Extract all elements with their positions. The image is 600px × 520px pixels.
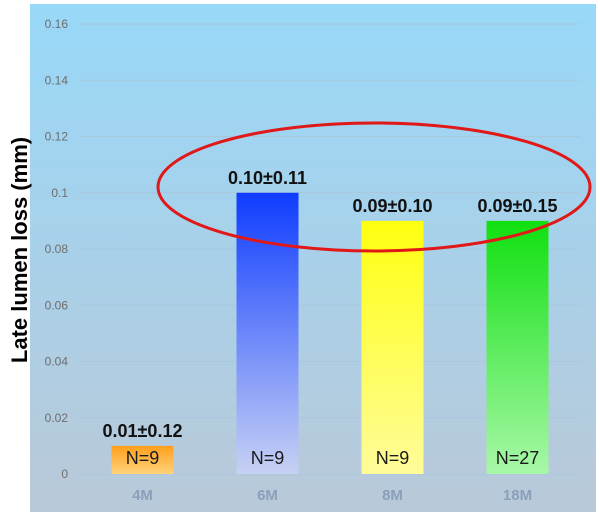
y-tick-label: 0.12 [45,130,69,144]
y-axis-title: Late lumen loss (mm) [7,137,32,363]
value-label: 0.09±0.10 [353,196,433,216]
y-tick-label: 0.16 [45,17,69,31]
y-tick-label: 0.1 [51,186,68,200]
bar-8m [361,220,424,474]
y-tick-label: 0.04 [45,355,69,369]
y-tick-label: 0.14 [45,73,69,87]
value-label: 0.01±0.12 [103,421,183,441]
bar-chart: 0 0.02 0.04 0.06 0.08 0.1 0.12 0.14 0.16 4M 6M 8M 1… [7,4,596,512]
value-label: 0.10±0.11 [228,168,307,188]
value-label: 0.09±0.15 [478,196,558,216]
x-tick-label: 6M [257,487,278,504]
y-tick-label: 0.02 [45,411,69,425]
n-label: N=9 [376,448,410,468]
x-tick-label: 8M [382,487,403,504]
bar-6m [236,192,299,474]
bar-18m [486,220,549,474]
y-tick-label: 0 [61,467,68,481]
n-label: N=9 [251,448,285,468]
n-label: N=9 [126,448,160,468]
chart-container: 0 0.02 0.04 0.06 0.08 0.1 0.12 0.14 0.16 4M 6M 8M 1… [0,0,600,515]
y-tick-label: 0.08 [45,242,69,256]
y-tick-label: 0.06 [45,298,69,312]
x-tick-label: 18M [503,487,532,504]
n-label: N=27 [496,448,540,468]
x-tick-label: 4M [132,487,153,504]
y-axis-ticks: 0 0.02 0.04 0.06 0.08 0.1 0.12 0.14 0.16 [45,17,69,481]
